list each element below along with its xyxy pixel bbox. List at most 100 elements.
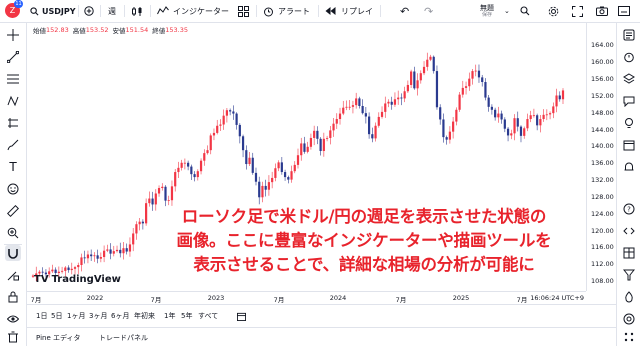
chart-type-button[interactable] [131,0,143,22]
range-button[interactable]: 3ヶ月 [89,305,107,327]
zoom-tool[interactable] [5,225,21,241]
candle-body [358,98,361,106]
range-button[interactable]: 年初来 [134,305,155,327]
lightbulb-icon [625,118,633,128]
watchlist-button[interactable] [621,27,637,43]
hide-drawings-tool[interactable] [5,311,21,327]
chats-button[interactable] [621,93,637,109]
interval-button[interactable]: 週 [108,0,116,22]
range-button[interactable]: 1年 [164,305,175,327]
text-icon: T [9,160,17,174]
fullscreen-button[interactable] [572,0,583,22]
crosshair-tool[interactable] [5,27,21,43]
candle-body [403,91,406,99]
layout-name-button[interactable]: 無題 保存 [480,0,494,22]
candle-body [225,110,229,116]
candle-body [219,124,222,126]
replay-label: リプレイ [341,6,373,16]
candle-body [471,71,474,79]
trendline-tool[interactable] [5,49,21,65]
help-button[interactable]: ? [621,201,637,217]
range-button[interactable]: 5日 [51,305,62,327]
low-label: 安値 [112,27,126,35]
symbol-search[interactable]: USDJPY [30,0,76,22]
candle-body [439,107,442,120]
range-button[interactable]: 6ヶ月 [111,305,129,327]
templates-button[interactable] [238,0,249,22]
candle-body [474,70,477,72]
candle-body [180,162,183,168]
panel-tab[interactable]: トレードパネル [99,328,148,347]
candle-body [251,157,254,173]
object-tree-button[interactable] [621,71,637,87]
lock-drawings-tool[interactable] [5,267,21,283]
candle-body [481,77,484,83]
price-axis[interactable]: 164.00 160.00 156.00 152.00 148.00 144.00 140.… [586,23,617,291]
undo-button[interactable]: ↶ [400,0,409,22]
time-axis[interactable]: 7月 2025 7月 2024 7月 2023 7月 2022 7月 16:06:24 UTC+… [27,291,586,304]
candle-body [426,59,429,67]
hotlist-button[interactable] [621,289,637,305]
notifications-button[interactable] [621,159,637,175]
candle-body [264,185,267,190]
candle-body [73,267,77,269]
undo-icon: ↶ [400,4,410,18]
dom-button[interactable] [621,311,637,327]
candle-body [187,162,190,167]
more-button[interactable] [621,329,637,345]
candle-body [387,101,390,104]
candle-body [400,97,403,99]
layout-name: 無題 [480,4,494,12]
range-button[interactable]: すべて [198,305,218,327]
range-button[interactable]: 5年 [181,305,192,327]
candle-body [128,244,132,252]
screener-button[interactable] [621,267,637,283]
candle-body [151,198,154,205]
pine-button[interactable] [621,223,637,239]
measure-tool[interactable] [5,203,21,219]
quick-search-button[interactable] [520,0,530,22]
layout-menu-chevron[interactable]: ⌄ [504,0,510,22]
candle-body [112,251,115,254]
candle-body [109,249,112,254]
candle-body [161,186,164,189]
ideas-button[interactable] [621,115,637,131]
publish-button[interactable] [618,0,630,22]
text-tool[interactable]: T [5,159,21,175]
calendar-range-button[interactable] [237,305,246,327]
replay-button[interactable]: リプレイ [325,0,373,22]
snapshot-button[interactable] [596,0,608,22]
trash-icon [8,331,18,343]
forecast-tool[interactable] [5,115,21,131]
candle-body [432,56,435,72]
ruler-icon [7,205,19,217]
pattern-tool[interactable] [5,93,21,109]
candle-body [422,66,426,74]
candle-body [384,103,387,112]
redo-button[interactable]: ↷ [424,0,433,22]
range-button[interactable]: 1ヶ月 [67,305,85,327]
remove-drawings-tool[interactable] [5,329,21,345]
add-circle-icon [84,6,94,16]
alert-button[interactable]: アラート [263,0,310,22]
magnet-tool[interactable] [5,245,21,261]
lock-tool[interactable] [5,289,21,305]
flame-icon [625,291,633,303]
brush-tool[interactable] [5,137,21,153]
data-window-button[interactable] [621,245,637,261]
emoji-tool[interactable] [5,181,21,197]
candle-body [461,87,464,95]
alerts-panel-button[interactable] [621,49,637,65]
candle-body [523,128,526,136]
compare-symbol-button[interactable] [84,0,94,22]
settings-button[interactable] [548,0,559,22]
calendar-button[interactable] [621,137,637,153]
range-button[interactable]: 1日 [36,305,47,327]
panel-tab[interactable]: Pine エディタ [36,328,81,347]
price-tick-label: 164.00 [591,41,614,50]
candle-body [539,119,542,126]
clock-label[interactable]: 16:06:24 UTC+9 [530,294,584,302]
fib-tool[interactable] [5,71,21,87]
candle-body [96,255,99,259]
indicators-button[interactable]: インジケーター [157,0,229,22]
